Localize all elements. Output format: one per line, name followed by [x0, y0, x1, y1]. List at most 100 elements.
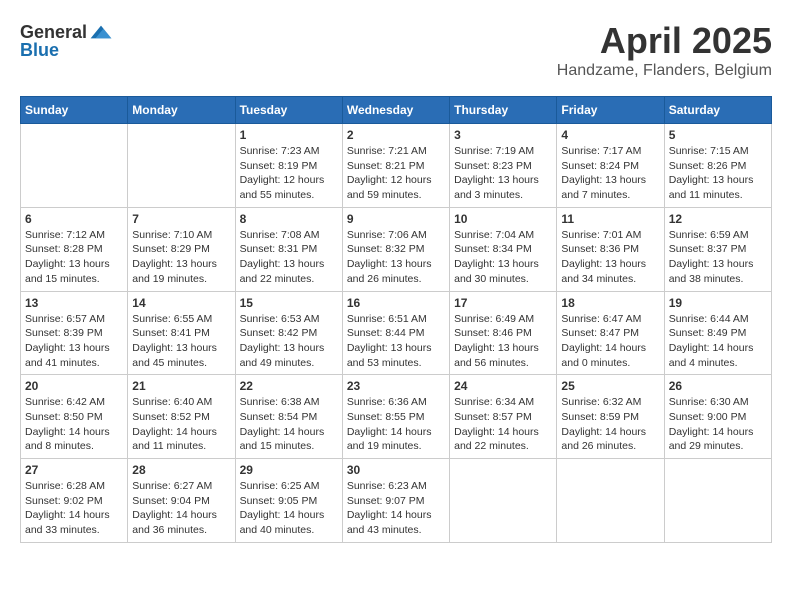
calendar-week-row: 13 Sunrise: 6:57 AMSunset: 8:39 PMDayligh… — [21, 291, 772, 375]
day-detail: Sunrise: 6:28 AMSunset: 9:02 PMDaylight:… — [25, 479, 123, 538]
day-detail: Sunrise: 7:10 AMSunset: 8:29 PMDaylight:… — [132, 228, 230, 287]
weekday-header-wednesday: Wednesday — [342, 97, 449, 124]
calendar-cell: 30 Sunrise: 6:23 AMSunset: 9:07 PMDayligh… — [342, 459, 449, 543]
day-number: 7 — [132, 212, 230, 226]
day-detail: Sunrise: 7:06 AMSunset: 8:32 PMDaylight:… — [347, 228, 445, 287]
calendar-cell: 1 Sunrise: 7:23 AMSunset: 8:19 PMDaylight… — [235, 124, 342, 208]
calendar-week-row: 1 Sunrise: 7:23 AMSunset: 8:19 PMDaylight… — [21, 124, 772, 208]
calendar-cell — [21, 124, 128, 208]
weekday-header-friday: Friday — [557, 97, 664, 124]
weekday-header-thursday: Thursday — [450, 97, 557, 124]
calendar-week-row: 27 Sunrise: 6:28 AMSunset: 9:02 PMDayligh… — [21, 459, 772, 543]
calendar-cell: 14Sunrise: 6:55 AMSunset: 8:41 PMDayligh… — [128, 291, 235, 375]
day-number: 21 — [132, 379, 230, 393]
calendar-cell: 15 Sunrise: 6:53 AMSunset: 8:42 PMDayligh… — [235, 291, 342, 375]
calendar-cell: 16 Sunrise: 6:51 AMSunset: 8:44 PMDayligh… — [342, 291, 449, 375]
day-number: 25 — [561, 379, 659, 393]
day-number: 5 — [669, 128, 767, 142]
day-number: 6 — [25, 212, 123, 226]
day-detail: Sunrise: 6:57 AMSunset: 8:39 PMDaylight:… — [25, 312, 123, 371]
calendar-cell: 4 Sunrise: 7:17 AMSunset: 8:24 PMDaylight… — [557, 124, 664, 208]
day-detail: Sunrise: 7:15 AMSunset: 8:26 PMDaylight:… — [669, 144, 767, 203]
calendar-cell: 26 Sunrise: 6:30 AMSunset: 9:00 PMDayligh… — [664, 375, 771, 459]
calendar-cell — [557, 459, 664, 543]
day-number: 20 — [25, 379, 123, 393]
day-number: 12 — [669, 212, 767, 226]
day-detail: Sunrise: 6:32 AMSunset: 8:59 PMDaylight:… — [561, 395, 659, 454]
calendar-cell: 10Sunrise: 7:04 AMSunset: 8:34 PMDayligh… — [450, 207, 557, 291]
day-detail: Sunrise: 7:21 AMSunset: 8:21 PMDaylight:… — [347, 144, 445, 203]
day-number: 19 — [669, 296, 767, 310]
calendar-cell: 13 Sunrise: 6:57 AMSunset: 8:39 PMDayligh… — [21, 291, 128, 375]
day-number: 18 — [561, 296, 659, 310]
day-number: 11 — [561, 212, 659, 226]
calendar-cell: 20 Sunrise: 6:42 AMSunset: 8:50 PMDayligh… — [21, 375, 128, 459]
day-detail: Sunrise: 6:51 AMSunset: 8:44 PMDaylight:… — [347, 312, 445, 371]
calendar-cell: 9 Sunrise: 7:06 AMSunset: 8:32 PMDaylight… — [342, 207, 449, 291]
day-number: 16 — [347, 296, 445, 310]
calendar-table: SundayMondayTuesdayWednesdayThursdayFrid… — [20, 96, 772, 543]
calendar-week-row: 20 Sunrise: 6:42 AMSunset: 8:50 PMDayligh… — [21, 375, 772, 459]
day-number: 29 — [240, 463, 338, 477]
day-detail: Sunrise: 7:19 AMSunset: 8:23 PMDaylight:… — [454, 144, 552, 203]
day-number: 23 — [347, 379, 445, 393]
day-number: 2 — [347, 128, 445, 142]
day-detail: Sunrise: 6:38 AMSunset: 8:54 PMDaylight:… — [240, 395, 338, 454]
calendar-cell: 8 Sunrise: 7:08 AMSunset: 8:31 PMDaylight… — [235, 207, 342, 291]
calendar-cell: 12 Sunrise: 6:59 AMSunset: 8:37 PMDayligh… — [664, 207, 771, 291]
calendar-cell: 5 Sunrise: 7:15 AMSunset: 8:26 PMDaylight… — [664, 124, 771, 208]
calendar-cell: 2 Sunrise: 7:21 AMSunset: 8:21 PMDaylight… — [342, 124, 449, 208]
logo-icon — [89, 20, 113, 44]
day-number: 3 — [454, 128, 552, 142]
calendar-subtitle: Handzame, Flanders, Belgium — [557, 62, 772, 80]
day-detail: Sunrise: 6:40 AMSunset: 8:52 PMDaylight:… — [132, 395, 230, 454]
calendar-cell: 7 Sunrise: 7:10 AMSunset: 8:29 PMDaylight… — [128, 207, 235, 291]
calendar-cell: 19 Sunrise: 6:44 AMSunset: 8:49 PMDayligh… — [664, 291, 771, 375]
day-detail: Sunrise: 6:27 AMSunset: 9:04 PMDaylight:… — [132, 479, 230, 538]
day-detail: Sunrise: 7:12 AMSunset: 8:28 PMDaylight:… — [25, 228, 123, 287]
day-detail: Sunrise: 6:23 AMSunset: 9:07 PMDaylight:… — [347, 479, 445, 538]
day-number: 30 — [347, 463, 445, 477]
day-number: 17 — [454, 296, 552, 310]
day-number: 24 — [454, 379, 552, 393]
calendar-cell: 23Sunrise: 6:36 AMSunset: 8:55 PMDayligh… — [342, 375, 449, 459]
day-detail: Sunrise: 7:01 AMSunset: 8:36 PMDaylight:… — [561, 228, 659, 287]
calendar-cell: 21 Sunrise: 6:40 AMSunset: 8:52 PMDayligh… — [128, 375, 235, 459]
day-number: 9 — [347, 212, 445, 226]
day-detail: Sunrise: 6:30 AMSunset: 9:00 PMDaylight:… — [669, 395, 767, 454]
calendar-cell — [128, 124, 235, 208]
day-detail: Sunrise: 6:59 AMSunset: 8:37 PMDaylight:… — [669, 228, 767, 287]
calendar-cell: 22 Sunrise: 6:38 AMSunset: 8:54 PMDayligh… — [235, 375, 342, 459]
day-detail: Sunrise: 6:49 AMSunset: 8:46 PMDaylight:… — [454, 312, 552, 371]
day-detail: Sunrise: 7:08 AMSunset: 8:31 PMDaylight:… — [240, 228, 338, 287]
day-number: 13 — [25, 296, 123, 310]
logo-blue: Blue — [20, 40, 59, 61]
day-number: 26 — [669, 379, 767, 393]
day-detail: Sunrise: 6:34 AMSunset: 8:57 PMDaylight:… — [454, 395, 552, 454]
calendar-cell: 24 Sunrise: 6:34 AMSunset: 8:57 PMDayligh… — [450, 375, 557, 459]
weekday-header-tuesday: Tuesday — [235, 97, 342, 124]
day-number: 8 — [240, 212, 338, 226]
title-block: April 2025 Handzame, Flanders, Belgium — [557, 20, 772, 80]
day-number: 15 — [240, 296, 338, 310]
day-number: 1 — [240, 128, 338, 142]
calendar-cell: 6 Sunrise: 7:12 AMSunset: 8:28 PMDaylight… — [21, 207, 128, 291]
day-detail: Sunrise: 6:25 AMSunset: 9:05 PMDaylight:… — [240, 479, 338, 538]
day-detail: Sunrise: 6:42 AMSunset: 8:50 PMDaylight:… — [25, 395, 123, 454]
day-number: 28 — [132, 463, 230, 477]
day-number: 14 — [132, 296, 230, 310]
day-number: 4 — [561, 128, 659, 142]
day-detail: Sunrise: 6:53 AMSunset: 8:42 PMDaylight:… — [240, 312, 338, 371]
day-number: 22 — [240, 379, 338, 393]
calendar-cell: 18Sunrise: 6:47 AMSunset: 8:47 PMDayligh… — [557, 291, 664, 375]
calendar-cell — [450, 459, 557, 543]
calendar-cell: 17 Sunrise: 6:49 AMSunset: 8:46 PMDayligh… — [450, 291, 557, 375]
day-detail: Sunrise: 7:23 AMSunset: 8:19 PMDaylight:… — [240, 144, 338, 203]
calendar-cell: 28 Sunrise: 6:27 AMSunset: 9:04 PMDayligh… — [128, 459, 235, 543]
day-detail: Sunrise: 6:44 AMSunset: 8:49 PMDaylight:… — [669, 312, 767, 371]
day-detail: Sunrise: 7:17 AMSunset: 8:24 PMDaylight:… — [561, 144, 659, 203]
page-header: General Blue April 2025 Handzame, Flande… — [20, 20, 772, 80]
day-number: 27 — [25, 463, 123, 477]
weekday-header-sunday: Sunday — [21, 97, 128, 124]
logo: General Blue — [20, 20, 113, 61]
